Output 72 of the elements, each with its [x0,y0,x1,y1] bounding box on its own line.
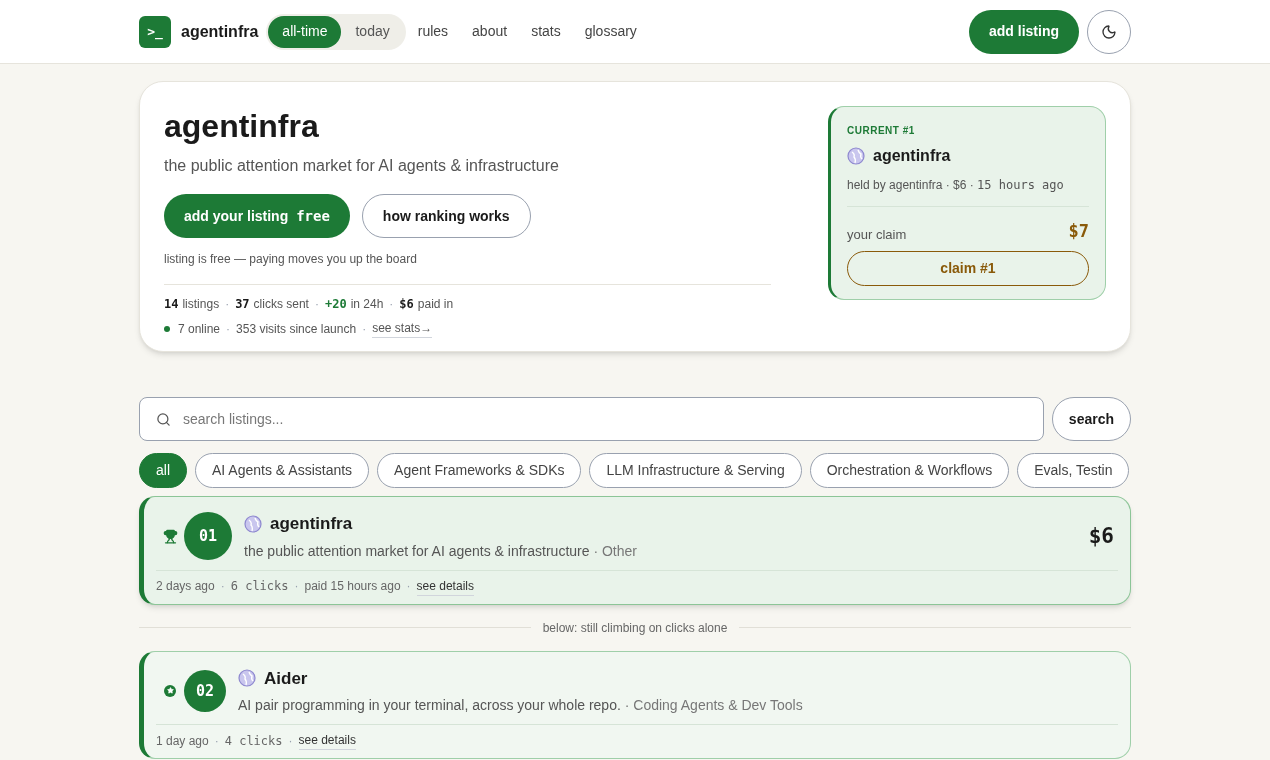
moon-icon [1101,23,1117,40]
details-link[interactable]: see details [298,731,356,750]
stats-link[interactable]: see stats→ [372,319,433,338]
add-listing-button[interactable]: add listing [969,9,1079,54]
hero-subtitle: the public attention market for AI agents & infrastructure [164,156,560,176]
separator-dot: · [294,578,299,595]
stat-value: $6 [399,296,414,313]
search-icon [156,411,171,427]
claim-label: your claim [847,226,907,244]
range-tab[interactable]: all-time [268,15,342,48]
add-your-listing-button[interactable]: add your listing free [164,194,350,238]
leader-name: agentinfra [873,146,951,166]
listing-card[interactable]: 01 agentinfra the public attention market for AI agents & infrastructure · Other $6 2 days ago · 6 clicks · paid 15 hours ago · see details [139,496,1131,605]
rank-badge: 01 [184,512,232,561]
listing-card[interactable]: 02 Aider AI pair programming in your terminal, across your whole repo. · Coding Agents & Dev Tools 1 day ago · 4 clicks · see details [139,650,1131,759]
category-chip[interactable]: Agent Frameworks & SDKs [377,453,582,488]
category-chip[interactable]: LLM Infrastructure & Serving [589,453,802,488]
separator-dot: · [362,320,367,338]
rank-badge: 02 [184,669,226,712]
separator-dot: · [220,578,225,595]
globe-icon [238,669,256,688]
range-tab[interactable]: today [341,15,404,48]
listing-description: the public attention market for AI agents & infrastructure · Other [244,541,638,561]
listing-description: AI pair programming in your terminal, across your whole repo. · Coding Agents & Dev Tools [238,696,804,715]
separator-dot: · [288,732,293,750]
separator-dot: · [226,320,231,338]
stat-label: in 24h [350,296,384,313]
separator-dot: · [406,578,411,595]
listing-age: 1 day ago [156,732,209,750]
nav-link[interactable]: stats [531,21,561,42]
stat-value: 14 [164,296,179,313]
stat-label: clicks sent [253,296,309,313]
globe-icon [847,147,865,165]
stat-value: 37 [235,296,250,313]
visit-count: 353 visits since launch [236,320,357,338]
star-icon [164,684,176,697]
search-input[interactable]: search listings... [183,408,1027,430]
category-chip[interactable]: Orchestration & Workflows [809,453,1010,488]
stat-label: paid in [417,296,454,313]
stat-value: +20 [324,296,347,313]
category-chip[interactable]: Evals, Testin [1017,453,1130,488]
nav-link[interactable]: rules [417,21,449,42]
category-chip[interactable]: AI Agents & Assistants [195,453,370,488]
listing-clicks: 6 clicks [230,578,289,595]
listing-age: 2 days ago [156,578,215,595]
hero-title: agentinfra [164,107,320,146]
separator-dot: · [214,732,219,750]
hero-note: listing is free — paying moves you up the board [164,251,418,268]
listing-paid-time: paid 15 hours ago [304,578,401,595]
brand-name[interactable]: agentinfra [181,19,259,44]
details-link[interactable]: see details [416,576,474,596]
listing-name[interactable]: Aider [264,665,308,691]
online-count: 7 online [178,320,221,338]
globe-icon [244,514,262,533]
trophy-icon [162,528,178,544]
category-chip[interactable]: all [139,453,187,488]
listing-clicks: 4 clicks [224,732,283,750]
claim-price: $7 [1068,220,1089,243]
current-eyebrow: CURRENT #1 [847,124,916,138]
nav-link[interactable]: about [472,21,508,42]
held-by-text: held by agentinfra · $6 · 15 hours ago [847,177,1065,194]
stat-label: listings [182,296,220,313]
separator-dot: · [225,296,230,313]
separator-dot: · [314,296,319,313]
section-divider-label: below: still climbing on clicks alone [542,619,728,637]
search-button[interactable]: search [1051,397,1131,441]
nav-link[interactable]: glossary [584,21,637,42]
search-field[interactable]: search listings... [139,397,1044,441]
separator-dot: · [389,296,394,313]
logo-mark[interactable]: >_ [139,15,171,48]
listing-name[interactable]: agentinfra [270,511,353,537]
listing-price: $6 [1088,522,1114,550]
